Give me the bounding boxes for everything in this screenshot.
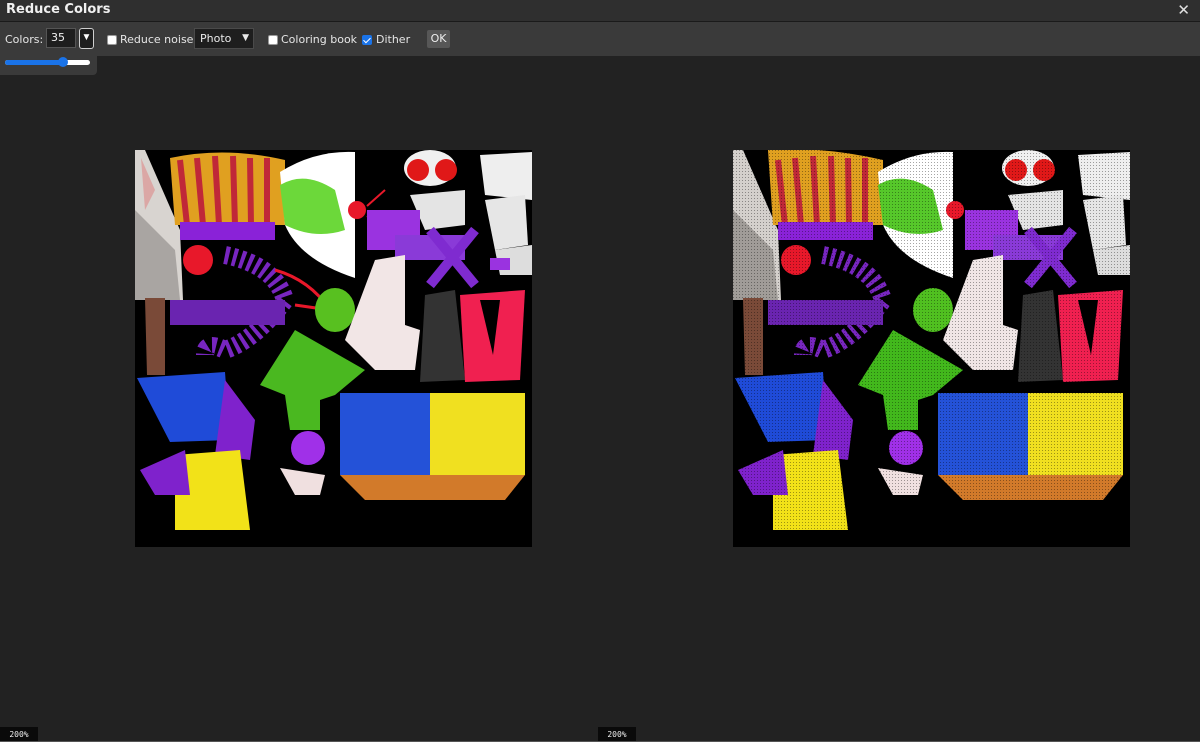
colors-slider-thumb[interactable] (57, 57, 68, 67)
reduce-noise-checkbox[interactable] (107, 35, 117, 45)
texture-atlas-image (135, 150, 532, 547)
texture-atlas-image-dithered (733, 150, 1130, 547)
reduce-noise-label: Reduce noise (120, 33, 194, 46)
colors-slider-panel (0, 56, 97, 75)
mode-select-value: Photo (200, 32, 232, 45)
dialog-title: Reduce Colors (6, 2, 111, 17)
zoom-indicator-left: 200% (0, 727, 38, 742)
coloring-book-label: Coloring book (281, 33, 358, 46)
close-icon[interactable]: ✕ (1177, 1, 1190, 19)
colors-slider-fill (5, 60, 63, 65)
colors-label: Colors: (5, 33, 44, 46)
mode-select[interactable]: Photo ▼ (194, 28, 254, 49)
dither-checkbox[interactable] (362, 35, 372, 45)
coloring-book-checkbox[interactable] (268, 35, 278, 45)
colors-count-input[interactable]: 35 (46, 28, 76, 48)
original-image-preview[interactable] (135, 150, 532, 547)
reduced-colors-preview[interactable] (733, 150, 1130, 547)
zoom-indicator-right: 200% (598, 727, 636, 742)
chevron-down-icon: ▼ (242, 33, 249, 43)
ok-button[interactable]: OK (427, 30, 450, 48)
options-toolbar: Colors: 35 ▼ Reduce noise Photo ▼ Colori… (0, 22, 1200, 56)
dither-label: Dither (376, 33, 411, 46)
triangle-down-icon[interactable]: ▼ (79, 28, 94, 49)
dialog-titlebar: Reduce Colors ✕ (0, 0, 1200, 22)
colors-slider-track[interactable] (5, 60, 90, 65)
